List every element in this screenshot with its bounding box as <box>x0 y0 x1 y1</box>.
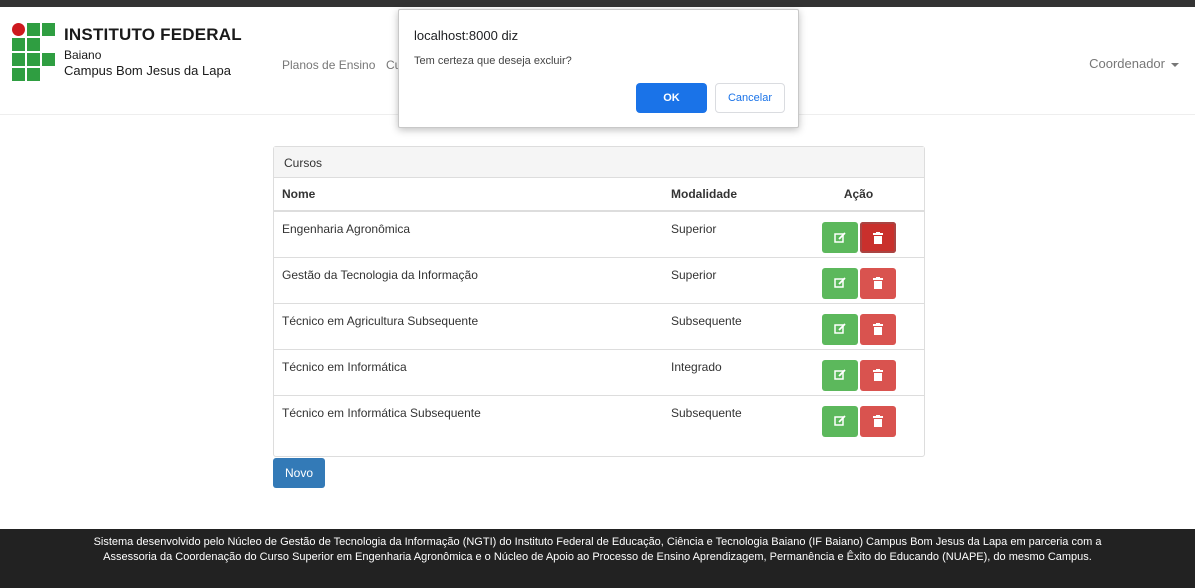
column-header-acao: Ação <box>793 178 924 212</box>
cancel-button[interactable]: Cancelar <box>715 83 785 113</box>
cell-modalidade: Subsequente <box>671 405 742 420</box>
cell-nome: Engenharia Agronômica <box>274 211 663 258</box>
trash-icon <box>872 369 883 381</box>
dialog-message: Tem certeza que deseja excluir? <box>414 55 572 67</box>
cell-modalidade: Subsequente <box>663 303 793 350</box>
cell-modalidade: Superior <box>663 257 793 304</box>
edit-icon <box>833 369 846 380</box>
table-row: Técnico em Agricultura Subsequente Subse… <box>274 303 924 350</box>
dialog-title: localhost:8000 diz <box>414 28 519 43</box>
cell-nome: Gestão da Tecnologia da Informação <box>274 257 663 304</box>
cell-nome: Técnico em Informática <box>274 349 663 396</box>
table-row: Engenharia Agronômica Superior <box>274 211 924 258</box>
logo-subtitle: Baiano <box>64 48 102 62</box>
row-actions <box>801 405 916 437</box>
user-menu-label: Coordenador <box>1089 56 1165 71</box>
trash-icon <box>872 277 883 289</box>
trash-icon <box>872 323 883 335</box>
cursos-table: Nome Modalidade Ação Engenharia Agronômi… <box>274 178 924 441</box>
edit-button[interactable] <box>821 267 858 299</box>
confirm-dialog: localhost:8000 diz Tem certeza que desej… <box>398 9 799 128</box>
edit-icon <box>833 323 846 334</box>
row-actions <box>801 267 916 299</box>
edit-icon <box>833 277 846 288</box>
logo-campus: Campus Bom Jesus da Lapa <box>64 63 231 78</box>
trash-icon <box>872 415 883 427</box>
delete-button[interactable] <box>859 359 896 391</box>
cell-modalidade: Integrado <box>663 349 793 396</box>
table-row: Técnico em Informática Integrado <box>274 349 924 396</box>
cell-modalidade: Superior <box>663 211 793 258</box>
footer: Sistema desenvolvido pelo Núcleo de Gest… <box>0 529 1195 588</box>
user-menu[interactable]: Coordenador <box>1089 56 1179 71</box>
table-row: Gestão da Tecnologia da Informação Super… <box>274 257 924 304</box>
delete-button[interactable] <box>859 267 896 299</box>
edit-button[interactable] <box>821 405 858 437</box>
cell-nome: Técnico em Informática Subsequente <box>282 405 481 420</box>
column-header-modalidade: Modalidade <box>663 178 793 212</box>
delete-button[interactable] <box>859 405 896 437</box>
trash-icon <box>872 231 883 244</box>
if-logo-icon <box>12 23 58 87</box>
edit-icon <box>833 231 846 243</box>
edit-button[interactable] <box>821 222 858 253</box>
delete-button[interactable] <box>859 313 896 345</box>
delete-button[interactable] <box>859 222 896 253</box>
logo[interactable]: INSTITUTO FEDERAL Baiano Campus Bom Jesu… <box>12 23 242 103</box>
edit-button[interactable] <box>821 359 858 391</box>
caret-down-icon <box>1171 62 1179 67</box>
row-actions <box>801 359 916 391</box>
row-actions <box>801 222 916 253</box>
top-bar <box>0 0 1195 7</box>
cursos-panel: Cursos Nome Modalidade Ação Engenharia A… <box>273 146 925 457</box>
nav-planos-de-ensino[interactable]: Planos de Ensino <box>282 58 375 72</box>
edit-button[interactable] <box>821 313 858 345</box>
ok-button[interactable]: OK <box>636 83 707 113</box>
panel-heading: Cursos <box>274 147 924 178</box>
logo-title: INSTITUTO FEDERAL <box>64 25 242 44</box>
cell-nome: Técnico em Agricultura Subsequente <box>274 303 663 350</box>
table-row: Técnico em Informática Subsequente Subse… <box>274 395 924 441</box>
row-actions <box>801 313 916 345</box>
column-header-nome: Nome <box>274 178 663 212</box>
novo-button[interactable]: Novo <box>273 458 325 488</box>
edit-icon <box>833 415 846 426</box>
